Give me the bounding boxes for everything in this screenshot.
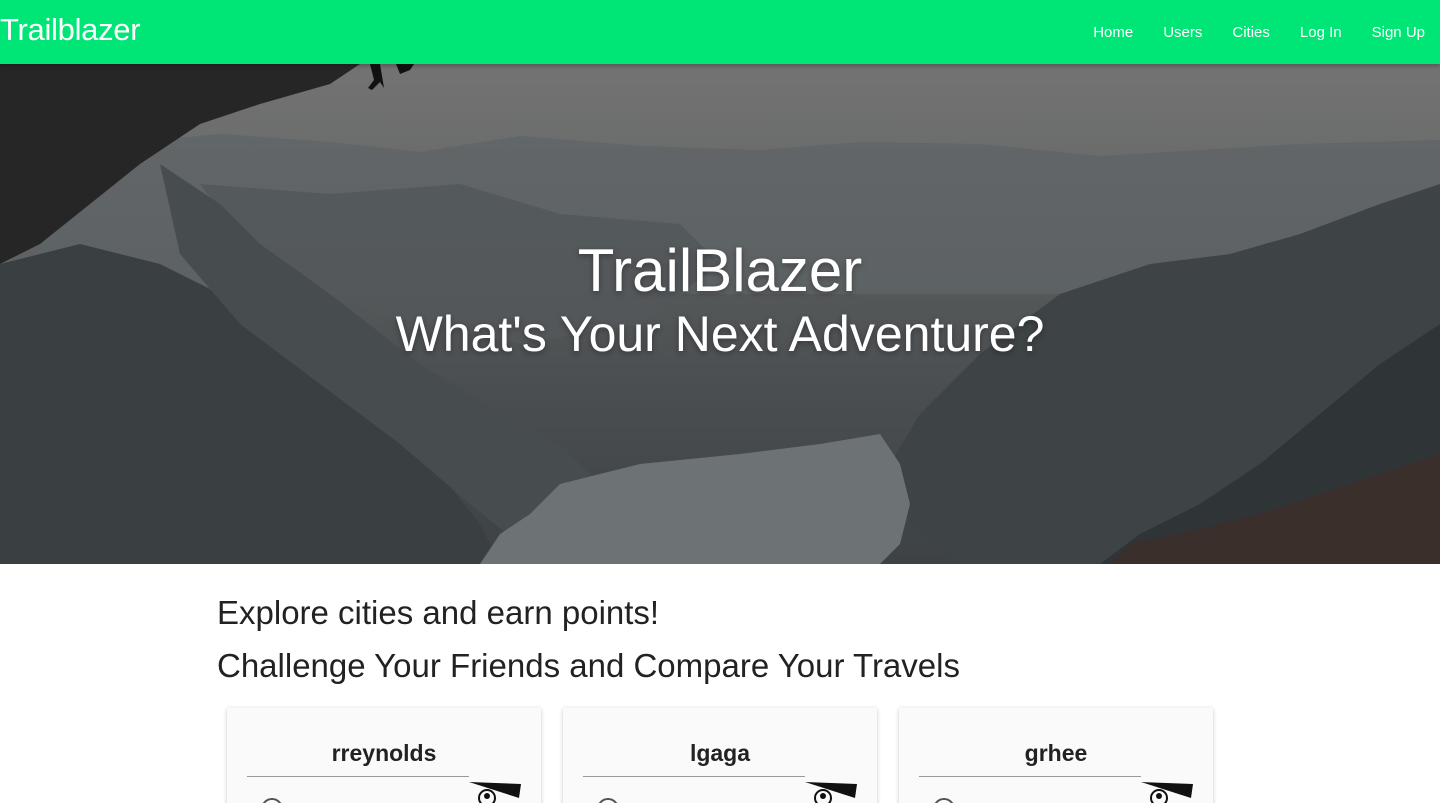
avatar (597, 798, 619, 803)
hero-title: TrailBlazer (577, 237, 863, 304)
user-card[interactable]: rreynolds (227, 708, 541, 803)
nav-link-sign-up[interactable]: Sign Up (1372, 24, 1425, 41)
avatar (933, 798, 955, 803)
user-card[interactable]: grhee (899, 708, 1213, 803)
hang-glider-icon (805, 782, 857, 803)
card-divider (919, 776, 1141, 777)
user-card[interactable]: lgaga (563, 708, 877, 803)
tagline-explore: Explore cities and earn points! (217, 594, 660, 631)
intro-section: Explore cities and earn points! Challeng… (217, 590, 1227, 689)
user-card-username: rreynolds (331, 740, 437, 766)
nav-link-home[interactable]: Home (1093, 24, 1133, 41)
nav-link-cities[interactable]: Cities (1232, 24, 1270, 41)
user-card-username: lgaga (689, 740, 751, 766)
user-cards: rreynolds lgaga grhee (227, 708, 1217, 803)
hang-glider-icon (469, 782, 521, 803)
top-navbar: Trailblazer Home Users Cities Log In Sig… (0, 0, 1440, 64)
avatar (261, 798, 283, 803)
hang-glider-icon (1141, 782, 1193, 803)
nav-links: Home Users Cities Log In Sign Up (1063, 0, 1425, 64)
nav-link-users[interactable]: Users (1163, 24, 1202, 41)
user-card-username: grhee (1024, 740, 1088, 766)
tagline-challenge: Challenge Your Friends and Compare Your … (217, 647, 960, 684)
card-divider (583, 776, 805, 777)
card-divider (247, 776, 469, 777)
brand-logo-link[interactable]: Trailblazer (0, 12, 141, 48)
hero-banner: TrailBlazer What's Your Next Adventure? (0, 64, 1440, 564)
hero-subtitle: What's Your Next Adventure? (395, 306, 1045, 362)
nav-link-log-in[interactable]: Log In (1300, 24, 1342, 41)
